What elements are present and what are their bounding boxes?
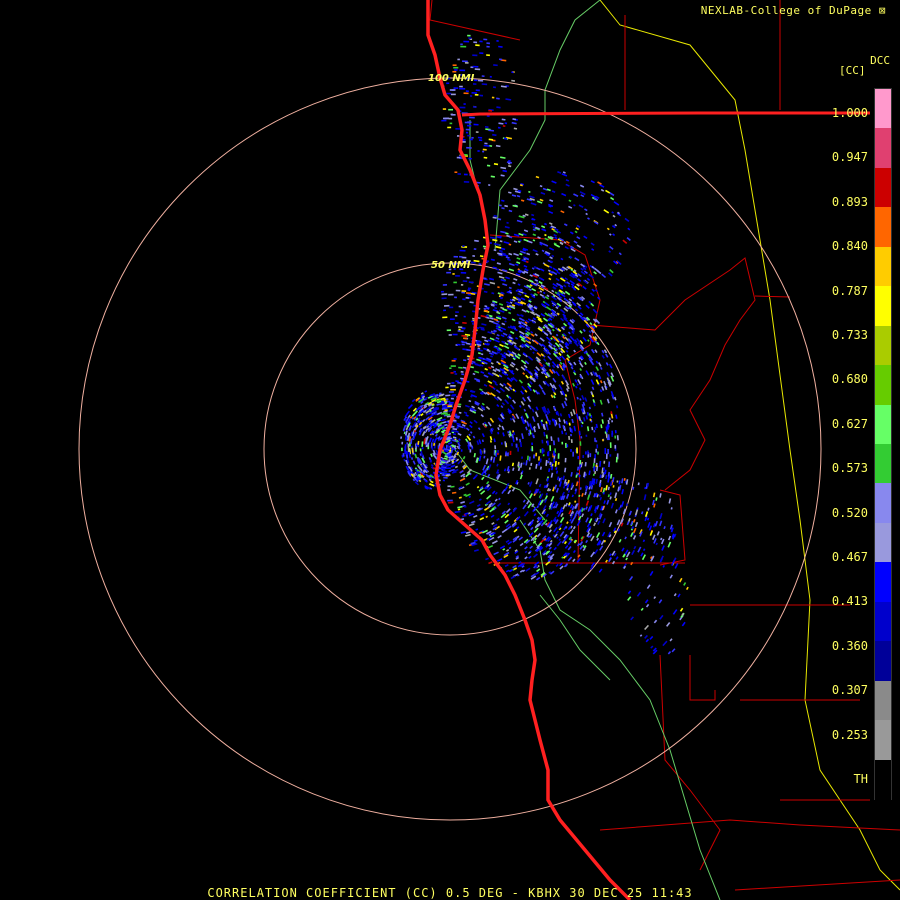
color-scale-tick: 0.733 xyxy=(831,328,868,342)
color-scale-tick: 0.840 xyxy=(831,239,868,254)
color-scale-tick: 0.360 xyxy=(831,638,868,653)
color-scale-segment xyxy=(875,483,891,524)
color-scale-segment xyxy=(875,522,891,564)
color-scale-segment xyxy=(875,759,891,800)
logo-icon: ⊠ xyxy=(878,4,886,17)
credit-text: NEXLAB-College of DuPage xyxy=(700,4,872,17)
color-scale-tick: 0.893 xyxy=(831,194,868,209)
color-scale-tick: 0.467 xyxy=(831,550,868,564)
color-scale-segment xyxy=(875,89,891,130)
color-scale-segment xyxy=(875,720,891,761)
color-scale-tick: TH xyxy=(853,772,868,786)
color-scale-bar xyxy=(874,88,892,800)
color-scale-tick: 0.307 xyxy=(831,683,868,698)
color-scale-segment xyxy=(875,562,891,603)
ring-label-50: 50 NMI xyxy=(431,260,471,271)
color-scale-segment xyxy=(875,246,891,288)
credit-label: NEXLAB-College of DuPage ⊠ xyxy=(701,4,886,17)
color-scale-segment xyxy=(875,404,891,445)
color-scale-segment xyxy=(875,680,891,722)
color-scale-segment xyxy=(875,601,891,643)
radar-display: 100 NMI 50 NMI NEXLAB-College of DuPage … xyxy=(0,0,900,900)
color-scale-segment xyxy=(875,128,891,169)
color-scale-tick: 0.627 xyxy=(831,416,868,431)
color-scale-segment xyxy=(875,641,891,682)
color-scale-tick: 1.000 xyxy=(831,106,868,120)
product-code: DCC xyxy=(870,54,890,67)
color-scale-tick: 0.787 xyxy=(831,283,868,298)
color-scale-tick: 0.253 xyxy=(831,727,868,742)
color-scale-tick: 0.680 xyxy=(831,372,868,387)
radar-echoes xyxy=(400,34,689,655)
county-lines xyxy=(429,0,900,891)
color-scale-tick: 0.413 xyxy=(831,594,868,609)
radar-map: 100 NMI 50 NMI xyxy=(78,0,900,900)
color-scale-segment xyxy=(875,365,891,406)
coastline xyxy=(426,0,632,900)
color-scale-tick: 0.947 xyxy=(831,150,868,165)
color-scale-tick: 0.520 xyxy=(831,505,868,520)
state-line-north xyxy=(461,111,870,117)
product-title: CORRELATION COEFFICIENT (CC) 0.5 DEG - K… xyxy=(207,886,693,900)
product-unit: [CC] xyxy=(839,64,866,77)
color-scale-segment xyxy=(875,207,891,248)
color-scale-segment xyxy=(875,444,891,485)
color-scale-tick: 0.573 xyxy=(831,461,868,476)
color-scale-segment xyxy=(875,325,891,367)
ring-label-100: 100 NMI xyxy=(428,73,475,84)
color-scale-segment xyxy=(875,286,891,327)
color-scale-segment xyxy=(875,167,891,209)
